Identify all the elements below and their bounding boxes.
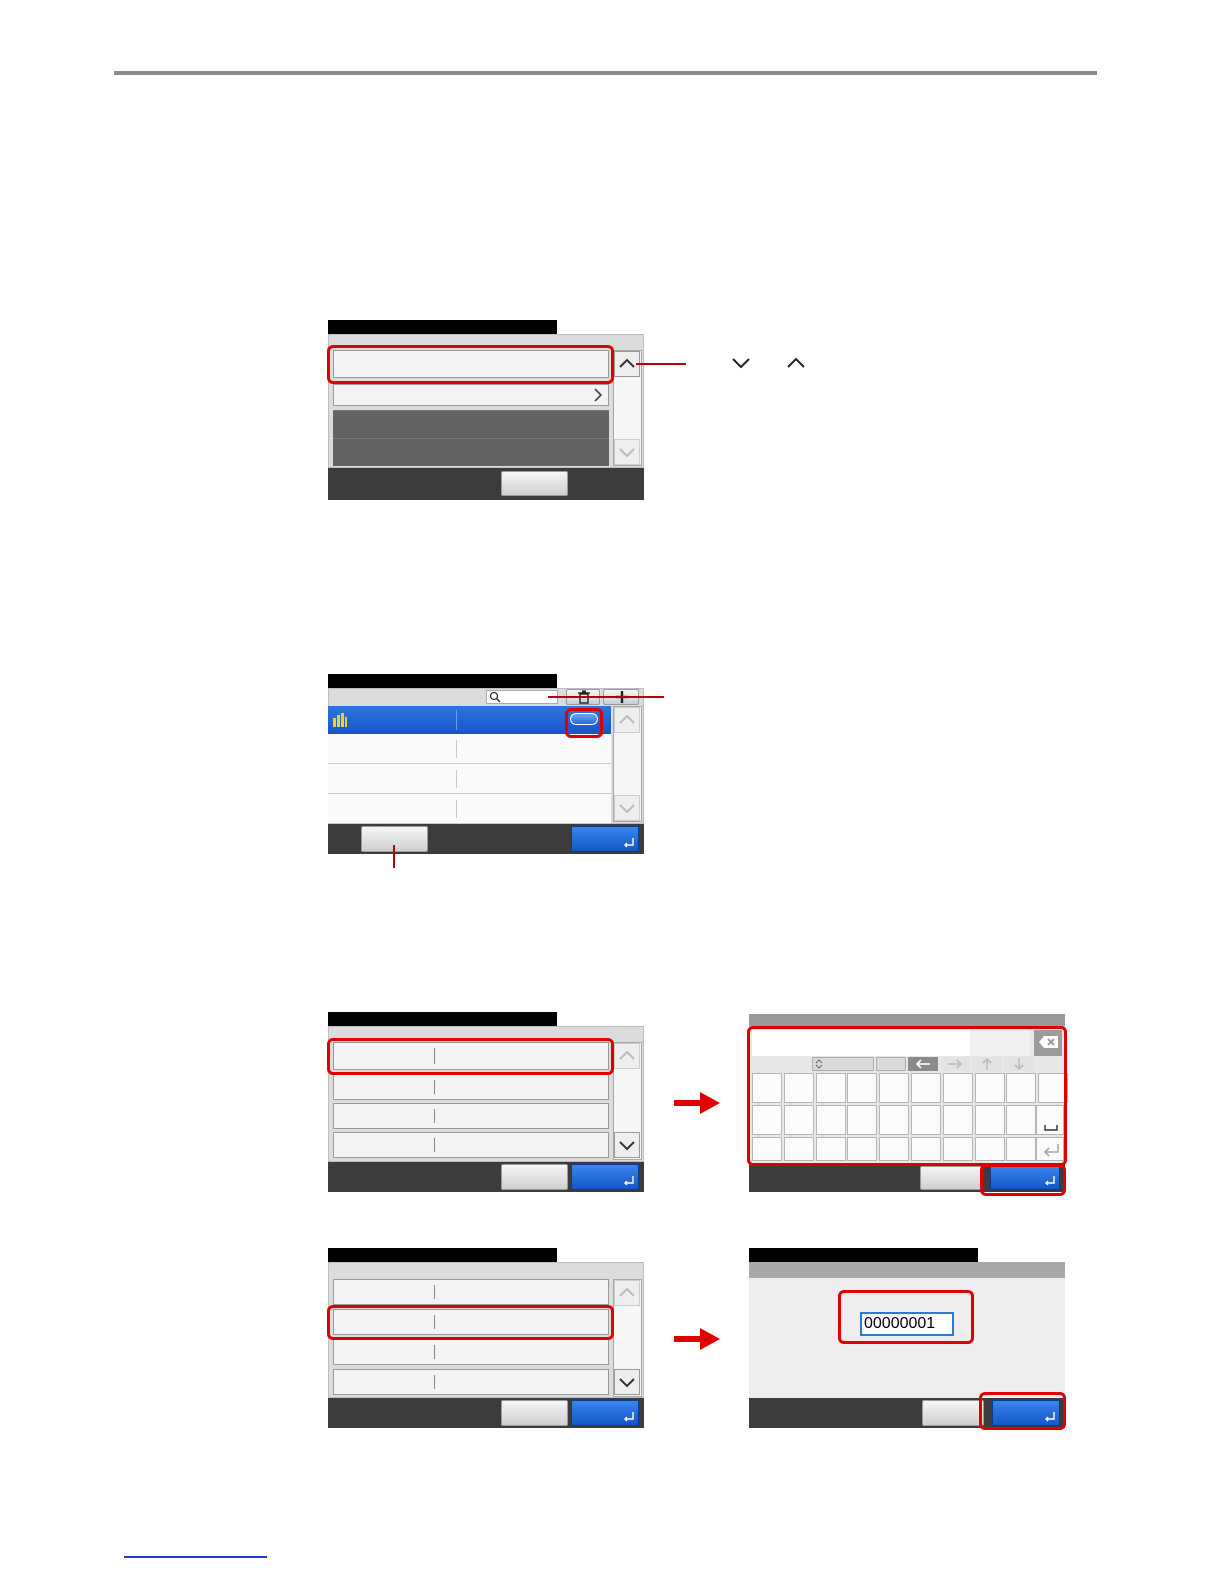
chevron-up-icon [619,714,635,724]
chevron-up-icon [619,1287,635,1297]
footer-button[interactable] [922,1400,984,1426]
callout-leader [393,845,395,868]
chevron-down-icon [619,804,635,814]
list-item[interactable] [333,1103,609,1129]
scroll-down-button[interactable] [614,795,640,821]
chevron-up-icon [619,1050,635,1060]
list-row[interactable] [328,794,611,824]
list-item[interactable] [333,1279,609,1305]
footer-button[interactable] [501,471,568,496]
arrow-right-icon [674,1092,720,1114]
scroll-up-button[interactable] [614,1043,640,1069]
highlight-box [565,708,603,738]
enter-icon [624,838,634,848]
list-item[interactable] [333,1132,609,1158]
enter-icon [624,1176,634,1186]
highlight-box [327,1305,614,1340]
chevron-down-icon [619,1141,635,1151]
highlight-box [838,1290,974,1344]
chevron-down-icon [619,448,635,458]
chevron-up-icon [787,357,805,368]
highlight-box [980,1164,1066,1196]
callout-leader [636,363,686,365]
chevron-right-icon [594,388,603,402]
footer-button[interactable] [920,1166,982,1190]
search-icon [489,691,501,703]
screen-title-bar [328,1248,557,1262]
group-icon [333,713,347,727]
list-item[interactable] [333,384,609,406]
ok-button[interactable] [571,826,639,852]
screen-title-bar [328,1012,557,1026]
ok-button[interactable] [571,1164,639,1190]
list-item[interactable] [333,1339,609,1365]
scroll-up-button[interactable] [614,1280,640,1306]
chevron-down-icon [732,358,750,369]
screen-title-bar [328,320,557,334]
list-item[interactable] [333,1369,609,1395]
highlight-box [327,345,614,384]
footer-button[interactable] [501,1400,568,1426]
screen-title-bar [328,674,557,688]
footer-button[interactable] [501,1164,568,1190]
scroll-down-button[interactable] [614,1132,640,1158]
scroll-down-button[interactable] [614,1369,640,1395]
list-row[interactable] [328,734,611,764]
screen-footer [328,468,644,500]
scroll-down-button[interactable] [614,439,640,465]
highlight-box [747,1026,1067,1166]
screen-title-bar [749,1014,1065,1026]
footer-link-underline [124,1556,267,1558]
list-item[interactable] [333,1074,609,1100]
header-rule [114,71,1097,75]
enter-icon [624,1412,634,1422]
highlight-box [979,1392,1066,1430]
chevron-down-icon [619,1378,635,1388]
list-row[interactable] [328,764,611,794]
list-item-empty [333,438,609,466]
arrow-right-icon [674,1328,720,1350]
screen-subheader [749,1262,1065,1278]
ok-button[interactable] [571,1400,639,1426]
list-item-empty [333,410,609,438]
callout-leader [548,696,664,698]
scroll-up-button[interactable] [614,707,640,733]
highlight-box [327,1038,614,1075]
screen-title-bar [749,1248,978,1262]
